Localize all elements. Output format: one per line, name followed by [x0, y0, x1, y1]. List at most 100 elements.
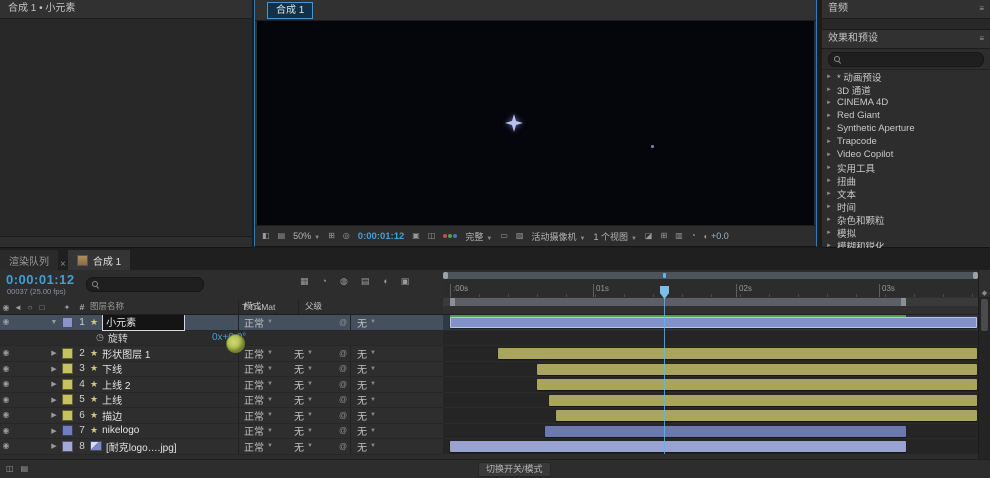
layer-lock-toggle[interactable] [36, 318, 48, 326]
mask-visibility-icon[interactable]: ◎ [343, 232, 350, 240]
parent-pickwhip-icon[interactable]: @ [336, 318, 350, 327]
layer-parent-dropdown[interactable]: 无 ▼ [350, 345, 443, 361]
parent-pickwhip-icon[interactable]: @ [336, 442, 350, 451]
fx-category-item[interactable]: ► Video Copilot [822, 148, 990, 161]
effects-search-box[interactable] [828, 51, 984, 67]
layer-name[interactable]: ★ 形状图层 1 [90, 346, 238, 361]
work-area-bar[interactable] [450, 298, 906, 306]
layer-solo-toggle[interactable] [24, 365, 36, 373]
layer-mode-dropdown[interactable]: 正常 ▼ [238, 438, 276, 454]
layer-expand-arrow[interactable]: ▶ [48, 411, 60, 419]
layer-duration-bar[interactable] [498, 348, 977, 359]
layer-solo-toggle[interactable] [24, 442, 36, 450]
layer-audio-toggle[interactable] [12, 442, 24, 450]
timeline-search-input[interactable] [103, 279, 220, 290]
layer-trkmat-dropdown[interactable]: 无 ▼ [290, 346, 336, 361]
always-preview-icon[interactable]: ◧ [262, 232, 270, 240]
property-label[interactable]: 旋转 [108, 330, 128, 345]
snapshot-icon[interactable]: ▤ [278, 232, 286, 240]
time-navigator[interactable] [443, 272, 978, 279]
layer-audio-toggle[interactable] [12, 365, 24, 373]
layer-label-swatch[interactable] [60, 425, 74, 437]
layer-duration-bar[interactable] [537, 379, 977, 390]
layer-trkmat-dropdown[interactable]: 无 ▼ [290, 392, 336, 407]
layer-duration-bar[interactable] [545, 425, 906, 437]
show-channel-icon[interactable] [443, 234, 458, 238]
effects-search-input[interactable] [845, 54, 978, 64]
layer-duration-bar[interactable] [450, 441, 906, 452]
timeline-search-box[interactable] [86, 277, 220, 292]
layer-name[interactable]: ★ 下线 [90, 361, 238, 376]
layer-label-swatch[interactable] [60, 440, 74, 452]
hide-shy-icon[interactable]: ◍ [340, 277, 348, 286]
expand-transfer-pane-icon[interactable]: ▤ [21, 465, 29, 473]
timeline-vertical-scrollbar[interactable] [978, 297, 990, 460]
layer-solo-toggle[interactable] [24, 318, 36, 326]
layer-label-swatch[interactable] [60, 394, 74, 406]
fx-category-item[interactable]: ► Trapcode [822, 135, 990, 148]
layer-parent-dropdown[interactable]: 无 ▼ [350, 361, 443, 377]
show-snapshot-icon[interactable]: ◫ [428, 232, 436, 240]
layer-audio-toggle[interactable] [12, 427, 24, 435]
grid-guides-icon[interactable]: ⊞ [328, 232, 335, 240]
mini-flowchart-icon[interactable]: ▦ [300, 277, 309, 286]
fx-category-item[interactable]: ► 模拟 [822, 226, 990, 240]
layer-solo-toggle[interactable] [24, 427, 36, 435]
camera-dropdown[interactable]: 活动摄像机 ▼ [531, 230, 585, 243]
parent-pickwhip-icon[interactable]: @ [336, 364, 350, 373]
layer-parent-dropdown[interactable]: 无 ▼ [350, 438, 443, 454]
layer-audio-toggle[interactable] [12, 349, 24, 357]
layer-trkmat-dropdown[interactable]: 无 ▼ [290, 377, 336, 392]
tab-composition[interactable]: 合成 1 [67, 250, 131, 270]
layer-mode-dropdown[interactable]: 正常 ▼ [238, 361, 276, 377]
layer-visibility-toggle[interactable]: ◉ [0, 364, 12, 373]
composition-tab[interactable]: 合成 1 [267, 1, 314, 19]
layer-label-swatch[interactable] [60, 347, 74, 359]
graph-editor-icon[interactable]: ▣ [401, 277, 410, 286]
layer-mode-dropdown[interactable]: 正常 ▼ [238, 315, 276, 330]
parent-pickwhip-icon[interactable]: @ [336, 426, 350, 435]
exposure-control[interactable]: ◐ +0.0 [704, 231, 729, 241]
audio-panel-header[interactable]: 音频 ≡ [822, 0, 990, 19]
panel-menu-icon[interactable]: ≡ [979, 35, 984, 43]
layer-mode-dropdown[interactable]: 正常 ▼ [238, 407, 276, 423]
layer-visibility-toggle[interactable]: ◉ [0, 411, 12, 419]
layer-parent-dropdown[interactable]: 无 ▼ [350, 376, 443, 392]
layer-name[interactable]: [耐克logo….jpg] [90, 439, 238, 454]
layer-duration-bar[interactable] [450, 317, 977, 328]
layer-expand-arrow[interactable]: ▶ [48, 396, 60, 404]
time-ruler[interactable]: :00s 01s 02s 03s [443, 270, 978, 298]
layer-solo-toggle[interactable] [24, 380, 36, 388]
layer-audio-toggle[interactable] [12, 380, 24, 388]
layer-lock-toggle[interactable] [36, 380, 48, 388]
close-tab-icon[interactable]: × [58, 259, 68, 270]
layer-solo-toggle[interactable] [24, 349, 36, 357]
take-snapshot-icon[interactable]: ▣ [412, 232, 420, 240]
stopwatch-icon[interactable]: ◷ [96, 332, 104, 343]
layer-label-swatch[interactable] [60, 378, 74, 390]
layer-visibility-toggle[interactable]: ◉ [0, 395, 12, 404]
layer-visibility-toggle[interactable]: ◉ [0, 426, 12, 435]
layer-expand-arrow[interactable]: ▶ [48, 427, 60, 435]
layer-mode-dropdown[interactable]: 正常 ▼ [238, 392, 276, 408]
layer-name[interactable]: ★ 上线 [90, 392, 238, 407]
fx-category-item[interactable]: ► 杂色和颗粒 [822, 213, 990, 227]
fx-category-item[interactable]: ► 3D 通道 [822, 83, 990, 97]
work-area-end-handle[interactable] [901, 298, 906, 306]
panel-menu-icon[interactable]: ≡ [979, 5, 984, 13]
layer-expand-arrow[interactable]: ▶ [48, 365, 60, 373]
layer-lock-toggle[interactable] [36, 427, 48, 435]
layer-expand-arrow[interactable]: ▶ [48, 442, 60, 450]
layer-visibility-toggle[interactable]: ◉ [0, 349, 12, 357]
layer-trkmat-dropdown[interactable]: 无 ▼ [290, 439, 336, 454]
fx-category-item[interactable]: ► 文本 [822, 187, 990, 201]
fast-previews-icon[interactable]: ⊞ [660, 232, 667, 240]
layer-audio-toggle[interactable] [12, 411, 24, 419]
layer-visibility-toggle[interactable]: ◉ [0, 318, 12, 326]
composition-viewport[interactable] [257, 21, 814, 226]
layer-visibility-toggle[interactable]: ◉ [0, 380, 12, 388]
layer-trkmat-dropdown[interactable]: 无 ▼ [290, 361, 336, 376]
region-of-interest-icon[interactable]: ▭ [500, 232, 508, 240]
fx-category-item[interactable]: ► 时间 [822, 200, 990, 214]
layer-lock-toggle[interactable] [36, 349, 48, 357]
